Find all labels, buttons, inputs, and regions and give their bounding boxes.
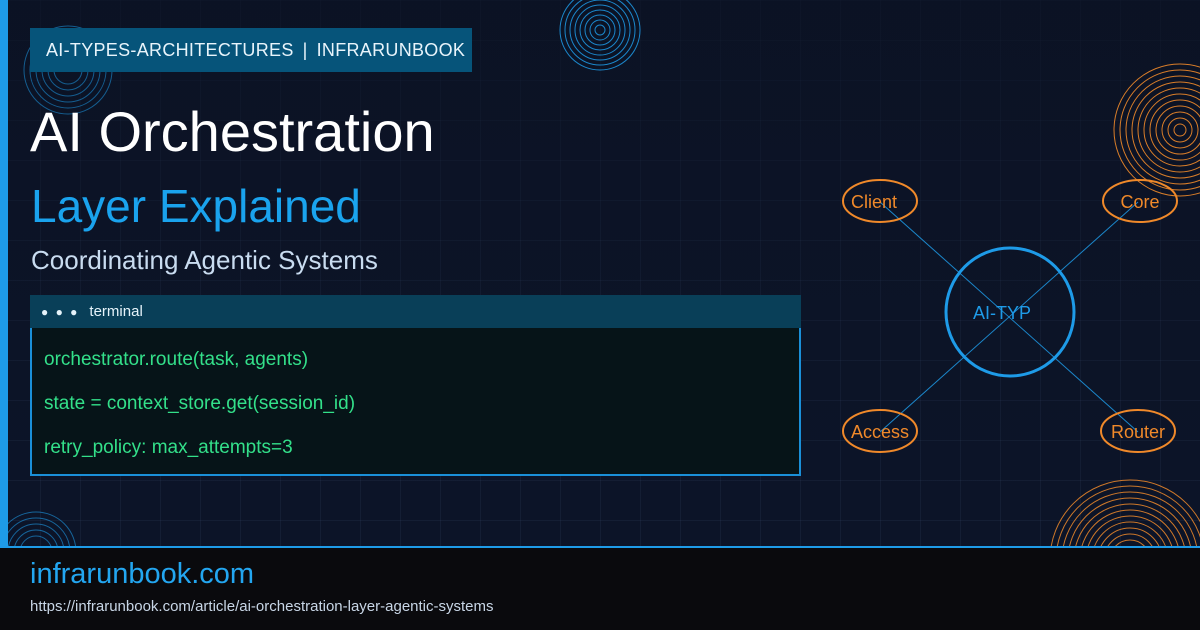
node-core: Core (1102, 179, 1178, 223)
node-client: Client (842, 179, 918, 223)
node-access-label: Access (851, 422, 909, 442)
terminal-line: state = context_store.get(session_id) (44, 393, 356, 414)
node-router-label: Router (1111, 422, 1165, 442)
terminal-title: terminal (89, 303, 143, 320)
page-title: AI Orchestration (30, 100, 435, 163)
page-tagline: Coordinating Agentic Systems (31, 245, 378, 275)
node-access: Access (842, 409, 918, 453)
category-tag: AI-TYPES-ARCHITECTURES | INFRARUNBOOK (30, 28, 472, 72)
footer: infrarunbook.com https://infrarunbook.co… (0, 546, 1200, 630)
footer-article-url[interactable]: https://infrarunbook.com/article/ai-orch… (30, 598, 494, 615)
category-label: AI-TYPES-ARCHITECTURES (46, 39, 294, 60)
node-client-label: Client (851, 192, 897, 212)
terminal-window: ● ● ● terminal orchestrator.route(task, … (30, 295, 801, 476)
footer-site-link[interactable]: infrarunbook.com (30, 558, 254, 591)
page-subtitle: Layer Explained (31, 180, 361, 232)
terminal-line: retry_policy: max_attempts=3 (44, 437, 293, 458)
terminal-line: orchestrator.route(task, agents) (44, 349, 309, 370)
center-node-label: AI-TYP (973, 303, 1031, 323)
node-core-label: Core (1120, 192, 1159, 212)
terminal-header: ● ● ● terminal (30, 295, 801, 328)
window-controls-icon: ● ● ● (41, 304, 80, 319)
left-accent-bar (0, 0, 8, 546)
terminal-body: orchestrator.route(task, agents) state =… (32, 328, 799, 480)
hero-banner: AI-TYP Client Core Access Router AI-TYPE… (0, 0, 1200, 546)
brand-label: INFRARUNBOOK (316, 39, 466, 60)
tag-separator: | (302, 39, 308, 60)
node-router: Router (1100, 409, 1176, 453)
